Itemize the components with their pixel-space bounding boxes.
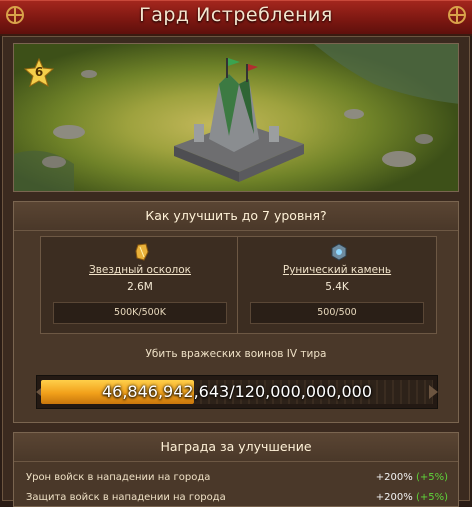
resource-amount: 5.4K	[325, 281, 349, 293]
star-shard-icon	[135, 243, 149, 261]
resource-name[interactable]: Звездный осколок	[41, 264, 239, 276]
reward-header: Награда за улучшение	[14, 433, 458, 462]
resource-progress: 500K/500K	[53, 302, 227, 324]
window-title: Гард Истребления	[139, 4, 333, 26]
upgrade-section: Как улучшить до 7 уровня? Звездный оскол…	[13, 201, 459, 423]
building-level: 6	[34, 65, 44, 79]
rune-stone-icon	[331, 243, 347, 261]
reward-amount: +200%	[375, 492, 413, 503]
reward-value: +200% (+5%)	[376, 469, 448, 487]
celtic-knot-icon	[448, 6, 466, 24]
resource-name[interactable]: Рунический камень	[238, 264, 436, 276]
resource-amount: 2.6M	[127, 281, 153, 293]
resource-star-shard: Звездный осколок 2.6M 500K/500K	[40, 236, 240, 334]
reward-section: Награда за улучшение Урон войск в нападе…	[13, 432, 459, 507]
reward-bonus: (+5%)	[415, 492, 448, 503]
kill-progress-bar: 46,846,942,643/120,000,000,000	[36, 375, 438, 409]
reward-label: Урон войск в нападении на города	[26, 472, 211, 483]
resource-rune-stone: Рунический камень 5.4K 500/500	[237, 236, 437, 334]
kill-progress-value: 46,846,942,643/120,000,000,000	[101, 382, 373, 401]
building-image	[13, 43, 459, 192]
kill-requirement-label: Убить вражеских воинов IV тира	[145, 348, 327, 360]
resource-progress: 500/500	[250, 302, 424, 324]
reward-amount: +200%	[375, 472, 413, 483]
reward-row: Защита войск в нападении на города +200%…	[26, 489, 448, 507]
level-badge: 6	[23, 57, 55, 88]
reward-bonus: (+5%)	[415, 472, 448, 483]
reward-value: +200% (+5%)	[376, 489, 448, 507]
upgrade-header: Как улучшить до 7 уровня?	[14, 202, 458, 231]
title-bar: Гард Истребления	[0, 0, 472, 36]
reward-label: Защита войск в нападении на города	[26, 492, 226, 503]
reward-row: Урон войск в нападении на города +200% (…	[26, 469, 448, 487]
